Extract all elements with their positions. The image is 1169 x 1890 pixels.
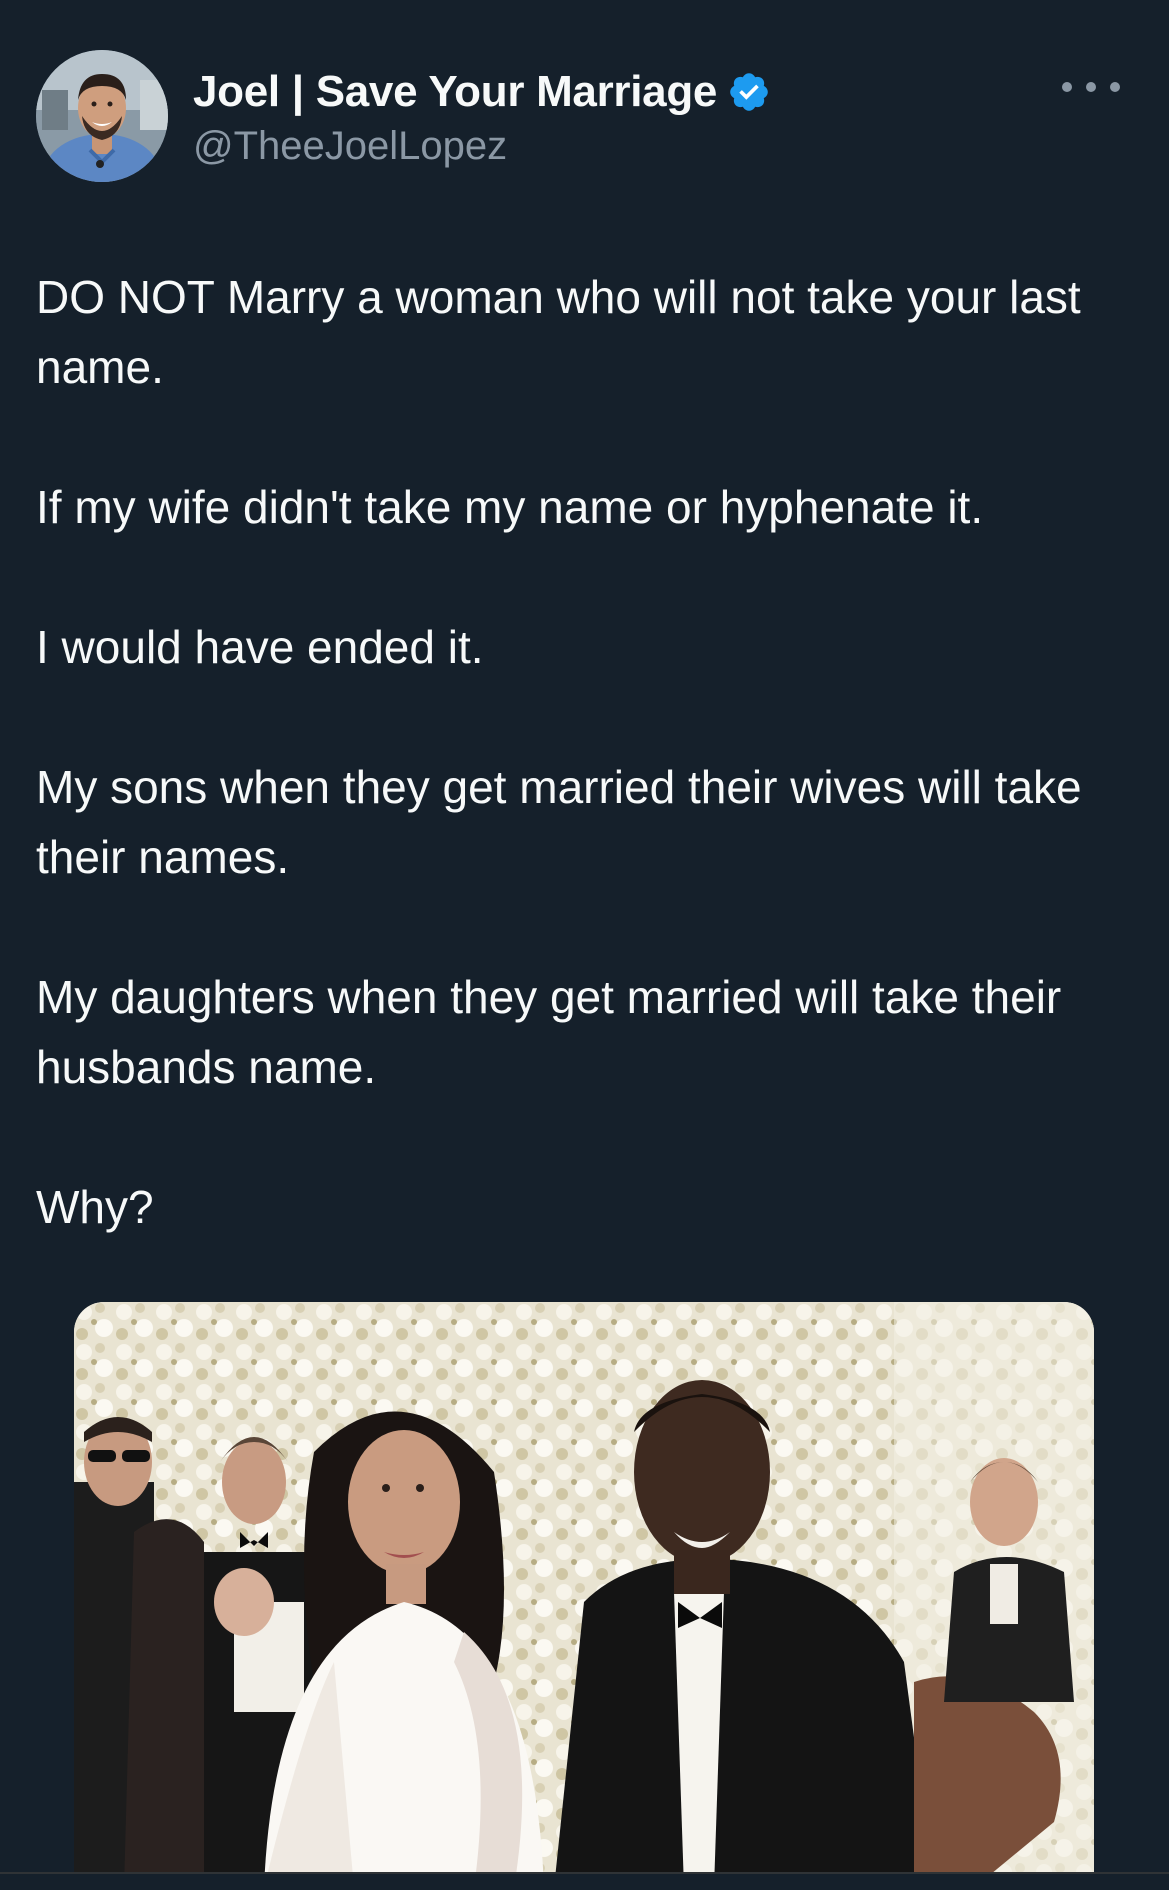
tweet-text: DO NOT Marry a woman who will not take y…: [36, 262, 1136, 1312]
tweet-paragraph: Why?: [36, 1181, 154, 1233]
tweet-card: Joel | Save Your Marriage @TheeJoelLopez…: [0, 0, 1169, 1890]
author-handle[interactable]: @TheeJoelLopez: [193, 124, 771, 169]
tweet-paragraph: My daughters when they get married will …: [36, 971, 1062, 1093]
tweet-paragraph: My sons when they get married their wive…: [36, 761, 1082, 883]
more-dot: [1062, 82, 1072, 92]
verified-badge-icon[interactable]: [727, 70, 771, 114]
author-display-name[interactable]: Joel | Save Your Marriage: [193, 67, 717, 117]
tweet-media-photo[interactable]: [74, 1302, 1094, 1888]
display-name-row: Joel | Save Your Marriage: [193, 64, 771, 120]
tweet-paragraph: I would have ended it.: [36, 621, 484, 673]
avatar[interactable]: [36, 50, 168, 182]
bottom-divider: [0, 1872, 1169, 1890]
more-dot: [1110, 82, 1120, 92]
tweet-paragraph: If my wife didn't take my name or hyphen…: [36, 481, 984, 533]
tweet-header: Joel | Save Your Marriage @TheeJoelLopez: [36, 50, 1136, 186]
tweet-paragraph: DO NOT Marry a woman who will not take y…: [36, 271, 1081, 393]
author-names: Joel | Save Your Marriage @TheeJoelLopez: [193, 64, 771, 169]
more-dot: [1086, 82, 1096, 92]
more-options-icon[interactable]: [1062, 72, 1120, 102]
wedding-photo: [74, 1302, 1094, 1888]
avatar-image: [36, 50, 168, 182]
